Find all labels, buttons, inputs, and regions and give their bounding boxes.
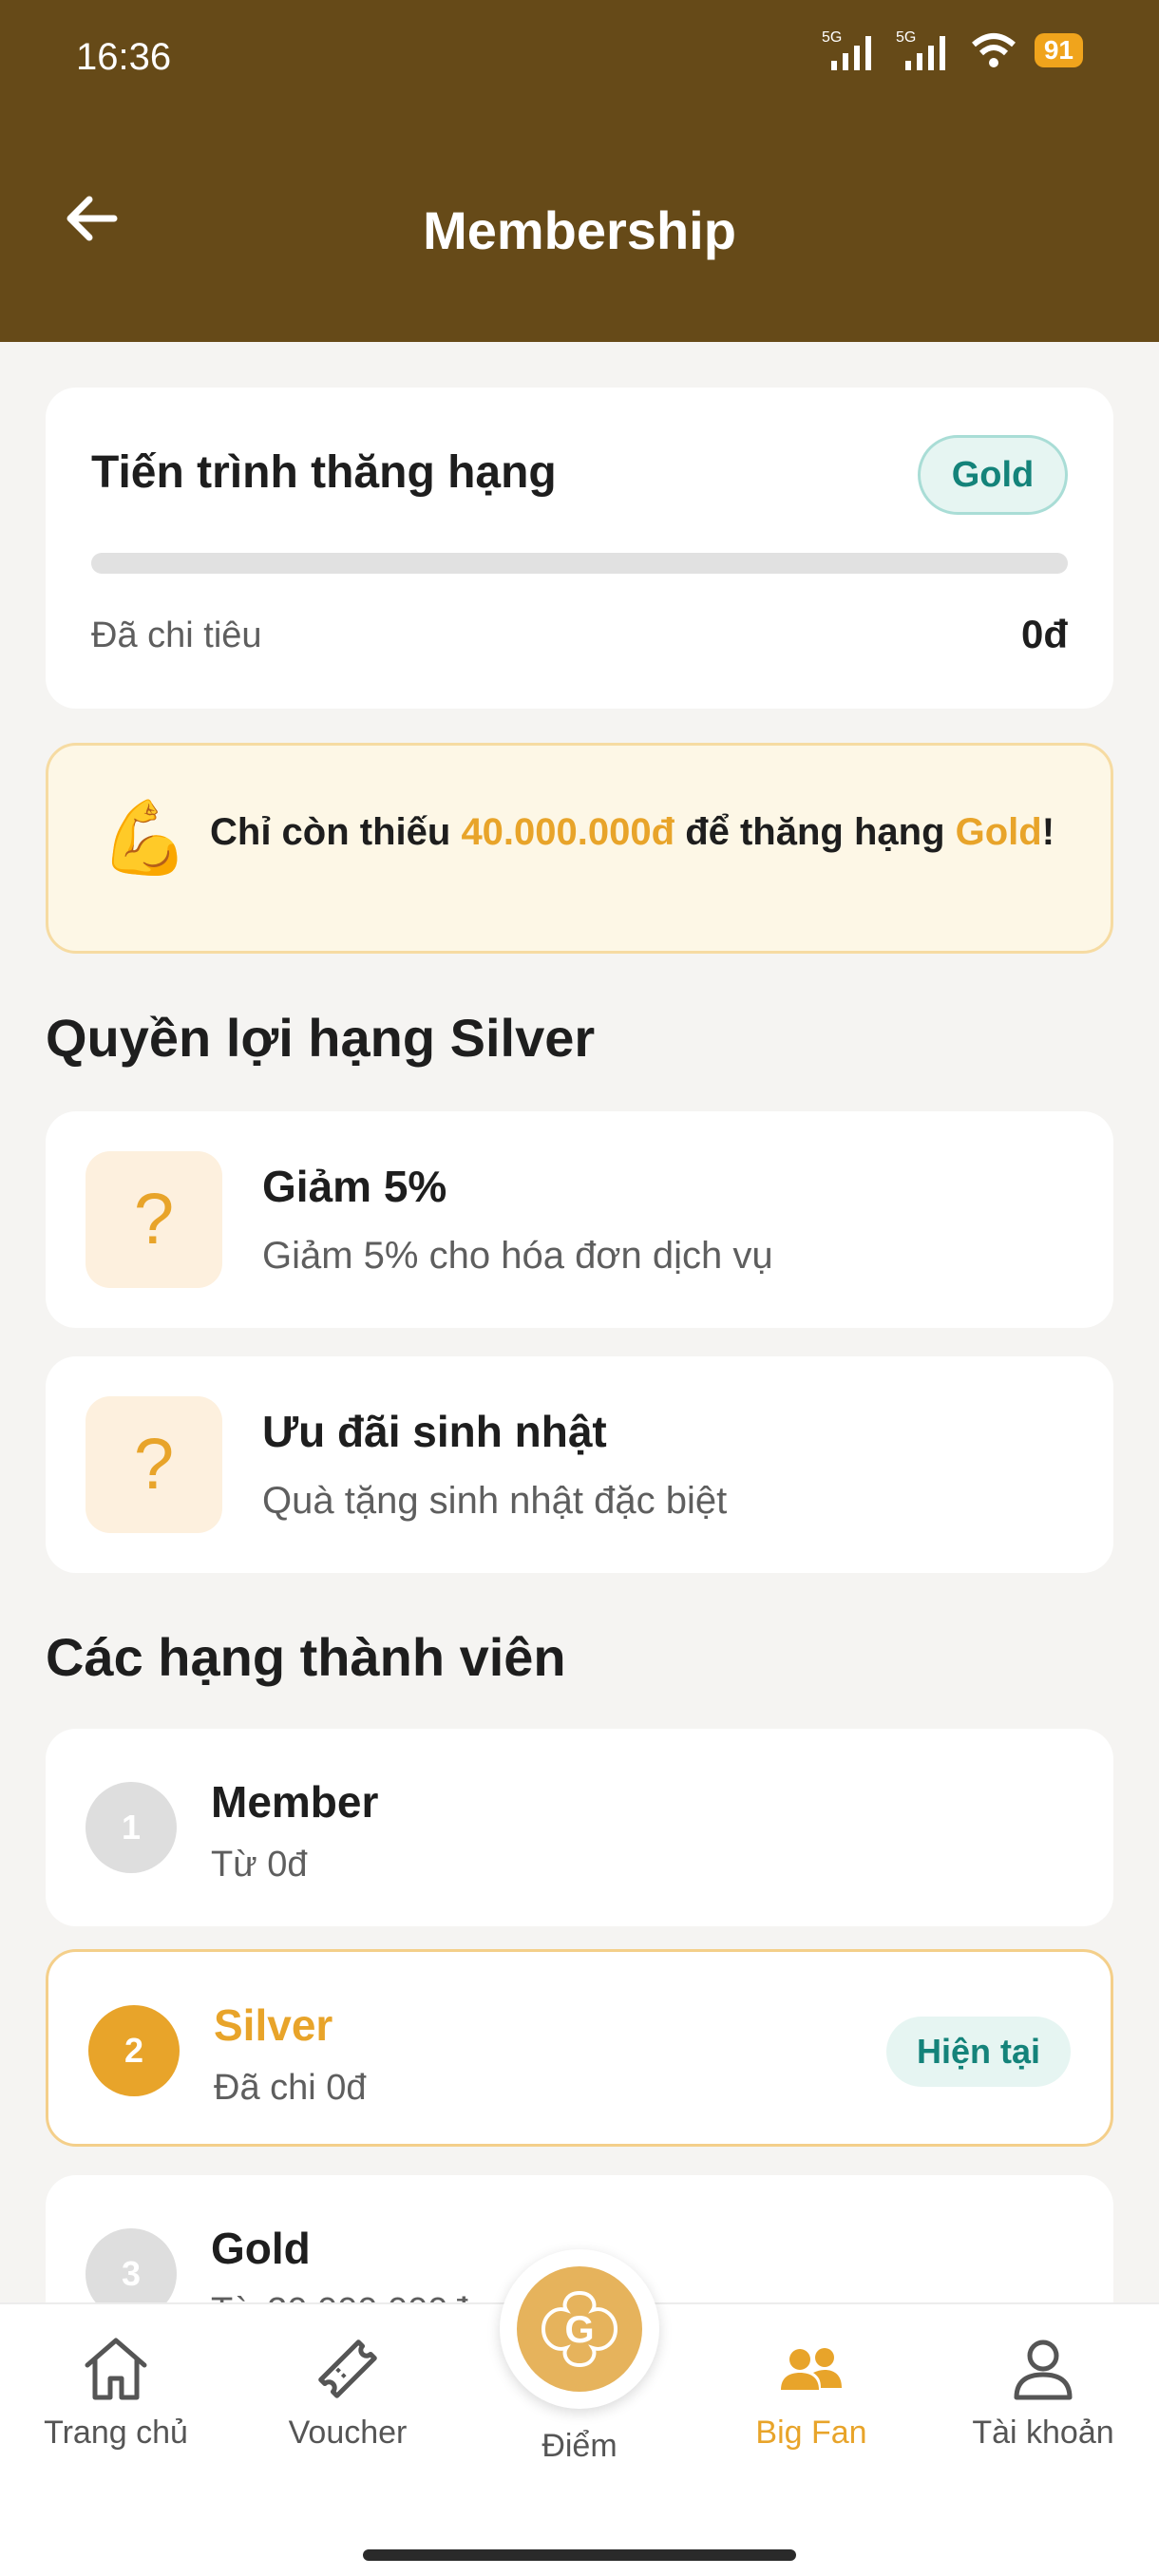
spent-label: Đã chi tiêu [91, 616, 262, 655]
tier-number: 1 [86, 1782, 177, 1873]
nav-label-points: Điểm [542, 2428, 618, 2464]
nav-item-home[interactable]: Trang chủ [11, 2333, 220, 2452]
notice-amount: 40.000.000đ [461, 811, 675, 853]
signal-icon: 5G [822, 29, 871, 70]
benefit-description: Quà tặng sinh nhật đặc biệt [262, 1480, 728, 1522]
home-indicator[interactable] [363, 2549, 796, 2561]
tier-card-silver[interactable]: 2 Silver Đã chi 0đ Hiện tại [46, 1949, 1113, 2147]
tier-name: Silver [214, 2000, 333, 2050]
status-bar: 16:36 5G 5G 91 [0, 0, 1159, 114]
app-header: Membership [0, 114, 1159, 342]
notice-prefix: Chỉ còn thiếu [210, 811, 462, 853]
tier-name: Member [211, 1777, 379, 1827]
benefits-section-title: Quyền lợi hạng Silver [46, 1008, 596, 1068]
page-title: Membership [423, 200, 736, 260]
notice-suffix: ! [1041, 811, 1055, 853]
tier-name: Gold [211, 2224, 311, 2273]
current-tier-badge: Hiện tại [885, 2017, 1071, 2087]
question-mark-icon: ? [86, 1396, 222, 1533]
notice-middle: để thăng hạng [674, 811, 956, 853]
notice-tier: Gold [955, 811, 1042, 853]
benefit-name: Giảm 5% [262, 1162, 447, 1211]
svg-text:5G: 5G [896, 29, 916, 46]
spent-value: 0đ [1020, 612, 1068, 656]
home-icon [85, 2338, 147, 2400]
nav-label: Big Fan [755, 2415, 867, 2451]
tier-requirement: Đã chi 0đ [214, 2068, 367, 2108]
tier-card-member[interactable]: 1 Member Từ 0đ [46, 1729, 1113, 1926]
ticket-icon [318, 2339, 377, 2398]
svg-text:5G: 5G [822, 29, 842, 46]
bottom-navigation: Trang chủ Voucher G Điểm Big Fan Tài kho… [0, 2249, 1159, 2576]
nav-item-big-fan[interactable]: Big Fan [707, 2333, 916, 2452]
nav-label: Tài khoản [972, 2415, 1114, 2451]
points-coin-icon: G [517, 2266, 642, 2392]
signal-icon-2: 5G [896, 29, 945, 70]
nav-item-points[interactable]: G [500, 2249, 659, 2409]
user-icon [1014, 2339, 1073, 2400]
upgrade-notice: 💪 Chỉ còn thiếu 40.000.000đ để thăng hạn… [46, 743, 1113, 954]
upgrade-progress-card: Tiến trình thăng hạng Gold Đã chi tiêu 0… [46, 388, 1113, 709]
progress-bar [91, 553, 1068, 574]
nav-item-account[interactable]: Tài khoản [939, 2333, 1148, 2452]
nav-label: Voucher [288, 2415, 408, 2451]
svg-text:G: G [564, 2309, 594, 2351]
benefit-card[interactable]: ? Giảm 5% Giảm 5% cho hóa đơn dịch vụ [46, 1111, 1113, 1328]
question-mark-icon: ? [86, 1151, 222, 1288]
nav-item-voucher[interactable]: Voucher [243, 2333, 452, 2452]
flexed-biceps-icon: 💪 [100, 798, 190, 879]
benefit-card[interactable]: ? Ưu đãi sinh nhật Quà tặng sinh nhật đặ… [46, 1356, 1113, 1573]
tier-number: 2 [88, 2005, 180, 2096]
nav-label: Trang chủ [44, 2415, 188, 2451]
people-icon [781, 2348, 842, 2390]
target-tier-badge: Gold [918, 435, 1068, 515]
wifi-icon [971, 33, 1016, 67]
tiers-section-title: Các hạng thành viên [46, 1627, 566, 1687]
tier-requirement: Từ 0đ [211, 1845, 308, 1885]
status-time: 16:36 [76, 36, 172, 78]
battery-indicator: 91 [1034, 33, 1083, 67]
benefit-name: Ưu đãi sinh nhật [262, 1407, 607, 1456]
progress-title: Tiến trình thăng hạng [91, 447, 557, 498]
benefit-description: Giảm 5% cho hóa đơn dịch vụ [262, 1235, 773, 1277]
notice-text: Chỉ còn thiếu 40.000.000đ để thăng hạng … [210, 803, 1065, 862]
status-icons: 5G 5G 91 [822, 28, 1083, 72]
